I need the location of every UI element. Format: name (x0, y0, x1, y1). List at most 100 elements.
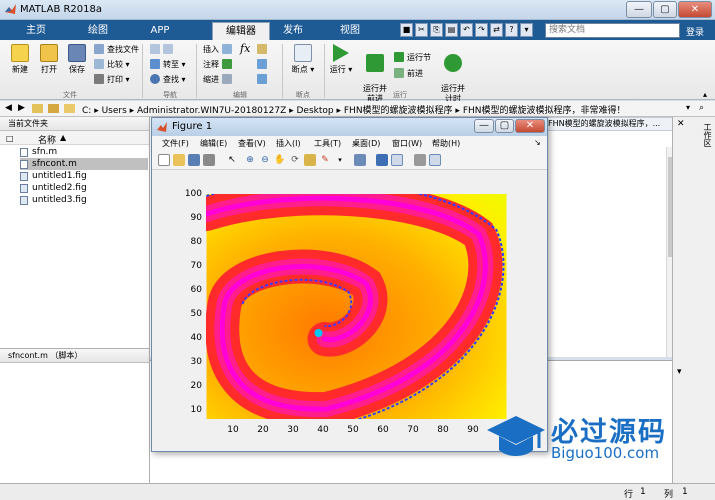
open-file-icon[interactable] (173, 154, 185, 166)
pan-hand-icon[interactable]: ✋ (274, 154, 286, 166)
tab-view[interactable]: 视图 (322, 22, 378, 40)
advance-button[interactable]: 前进 (394, 68, 423, 79)
nav-back-button[interactable] (150, 44, 176, 54)
menu-edit[interactable]: 编辑(E) (200, 138, 227, 149)
save-button[interactable]: 保存 (64, 44, 90, 75)
breakpoints-button[interactable]: 断点 ▾ (288, 44, 318, 75)
close-button[interactable]: ✕ (678, 1, 712, 18)
new-button[interactable]: 新建 (6, 44, 34, 75)
editor-tab[interactable]: FHN模型的螺旋波模拟程序，... (544, 117, 674, 131)
up-folder-icon[interactable] (32, 104, 43, 113)
column-header[interactable]: □ 名称 ▲ (0, 131, 149, 146)
show-plot-tools-icon[interactable] (429, 154, 441, 166)
print-figure-icon[interactable] (203, 154, 215, 166)
zoom-out-icon[interactable]: ⊖ (259, 154, 271, 166)
quick-switch-icon[interactable]: ⇄ (490, 23, 503, 37)
dock-arrow-icon[interactable]: ↘ (534, 138, 541, 147)
goto-button[interactable]: 转至 ▾ (150, 59, 186, 70)
link-plot-icon[interactable] (354, 154, 366, 166)
quick-paste-icon[interactable]: ▤ (445, 23, 458, 37)
brush-dropdown-icon[interactable]: ▾ (334, 154, 346, 166)
open-button[interactable]: 打开 (36, 44, 62, 75)
path-segment[interactable]: Administrator.WIN7U-20180127Z (137, 106, 286, 116)
quick-redo-icon[interactable]: ↷ (475, 23, 488, 37)
search-documentation-input[interactable]: 搜索文档 (545, 23, 680, 38)
minimize-button[interactable]: — (626, 1, 652, 18)
forward-arrow-icon[interactable]: ▶ (18, 103, 25, 113)
workspace-close-icon[interactable]: ✕ (677, 119, 685, 129)
figure-window[interactable]: Figure 1 — ▢ ✕ 文件(F) 编辑(E) 查看(V) 插入(I) 工… (151, 117, 548, 452)
menu-desktop[interactable]: 桌面(D) (352, 138, 380, 149)
path-segment[interactable]: FHN模型的螺旋波模拟程序，非常难得！ (463, 106, 626, 116)
quick-help-icon[interactable]: ? (505, 23, 518, 37)
file-item[interactable]: untitled3.fig (20, 194, 148, 206)
figure-title-bar[interactable]: Figure 1 — ▢ ✕ (152, 118, 547, 136)
path-search-icon[interactable]: ⌕ (699, 103, 704, 113)
run-button[interactable]: 运行 ▾ (328, 44, 354, 75)
tab-plots[interactable]: 绘图 (70, 22, 126, 40)
sign-in-link[interactable]: 登录 (686, 25, 704, 38)
maximize-button[interactable]: ▢ (653, 1, 677, 18)
file-item[interactable]: sfn.m (20, 146, 148, 158)
quick-copy-icon[interactable]: ⎘ (430, 23, 443, 37)
file-item[interactable]: untitled1.fig (20, 170, 148, 182)
file-item-selected[interactable]: sfncont.m (20, 158, 148, 170)
column-toggle-icon[interactable]: □ (6, 134, 14, 143)
collapse-ribbon-icon[interactable]: ▴ (703, 90, 707, 99)
new-figure-icon[interactable] (158, 154, 170, 166)
rotate-3d-icon[interactable]: ⟳ (289, 154, 301, 166)
menu-file[interactable]: 文件(F) (162, 138, 189, 149)
browse-folder-icon[interactable] (48, 104, 59, 113)
quick-undo-icon[interactable]: ↶ (460, 23, 473, 37)
fx-button[interactable]: fx (240, 42, 250, 55)
figure-minimize-button[interactable]: — (474, 119, 494, 133)
indent-button[interactable]: 缩进 (203, 74, 235, 85)
comment-button[interactable]: 注释 (203, 59, 235, 70)
quick-cut-icon[interactable]: ✂ (415, 23, 428, 37)
tab-apps[interactable]: APP (132, 22, 188, 40)
x-tick-label: 40 (317, 425, 329, 435)
find-button[interactable]: 查找 ▾ (150, 74, 186, 85)
hide-plot-tools-icon[interactable] (414, 154, 426, 166)
data-cursor-icon[interactable] (304, 154, 316, 166)
file-item[interactable]: untitled2.fig (20, 182, 148, 194)
menu-help[interactable]: 帮助(H) (432, 138, 460, 149)
edit-extra-icons[interactable] (257, 59, 270, 69)
workspace-expand-icon[interactable]: ▾ (677, 367, 682, 377)
workspace-label[interactable]: 工作区 (699, 123, 713, 147)
path-dropdown-icon[interactable]: ▾ (686, 103, 690, 112)
insert-button[interactable]: 插入 (203, 44, 235, 55)
compare-button[interactable]: 比较 ▾ (94, 59, 130, 70)
tab-editor[interactable]: 编辑器 (212, 22, 270, 40)
find-files-button[interactable]: 查找文件 (94, 44, 139, 55)
menu-tools[interactable]: 工具(T) (314, 138, 341, 149)
insert-legend-icon[interactable] (391, 154, 403, 166)
path-breadcrumb[interactable]: C: ▸ Users ▸ Administrator.WIN7U-2018012… (82, 103, 626, 116)
edit-extra-icons[interactable] (257, 44, 270, 54)
run-section-button[interactable]: 运行节 (394, 52, 431, 63)
back-arrow-icon[interactable]: ◀ (5, 103, 12, 113)
path-segment[interactable]: Desktop (297, 106, 334, 116)
tab-publish[interactable]: 发布 (270, 22, 316, 40)
find-icon (150, 74, 160, 84)
pointer-icon[interactable]: ↖ (226, 154, 238, 166)
print-button[interactable]: 打印 ▾ (94, 74, 130, 85)
path-segment[interactable]: Users (102, 106, 127, 116)
save-figure-icon[interactable] (188, 154, 200, 166)
quick-save-icon[interactable]: ■ (400, 23, 413, 37)
edit-extra-icons[interactable] (257, 74, 270, 84)
spiral-wave-plot[interactable] (206, 194, 507, 419)
brush-icon[interactable]: ✎ (319, 154, 331, 166)
menu-insert[interactable]: 插入(I) (276, 138, 301, 149)
zoom-in-icon[interactable]: ⊕ (244, 154, 256, 166)
menu-view[interactable]: 查看(V) (238, 138, 266, 149)
path-segment[interactable]: FHN模型的螺旋波模拟程序 (344, 106, 453, 116)
tab-home[interactable]: 主页 (8, 22, 64, 40)
name-column-label[interactable]: 名称 (38, 133, 56, 146)
path-segment[interactable]: C: (82, 106, 91, 116)
quick-dropdown-icon[interactable]: ▾ (520, 23, 533, 37)
insert-colorbar-icon[interactable] (376, 154, 388, 166)
menu-window[interactable]: 窗口(W) (392, 138, 422, 149)
figure-close-button[interactable]: ✕ (515, 119, 545, 133)
figure-maximize-button[interactable]: ▢ (495, 119, 514, 133)
